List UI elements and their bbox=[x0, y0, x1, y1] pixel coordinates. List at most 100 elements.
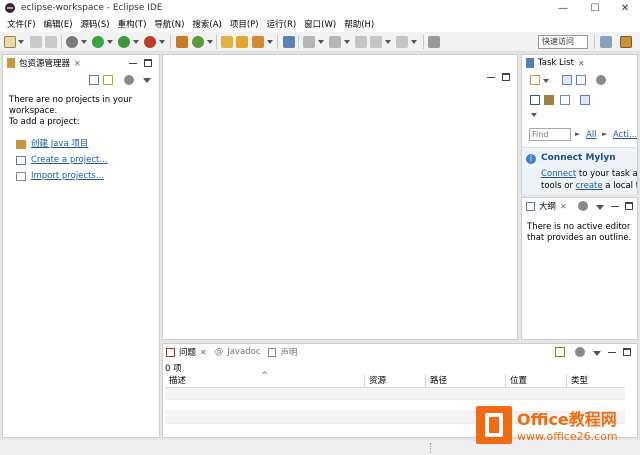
activate-link[interactable]: Acti... bbox=[613, 130, 637, 140]
run-external-dropdown-icon[interactable] bbox=[133, 40, 139, 44]
close-icon[interactable]: ✕ bbox=[560, 202, 567, 211]
package-explorer-tab[interactable]: 包资源管理器 ✕ bbox=[3, 55, 159, 71]
new-class-dropdown-icon[interactable] bbox=[207, 40, 213, 44]
menu-search[interactable]: 搜索(A) bbox=[188, 18, 225, 30]
open-type-icon[interactable] bbox=[221, 36, 233, 48]
forward-icon[interactable] bbox=[396, 36, 408, 48]
collapse-all-icon[interactable] bbox=[89, 75, 99, 85]
connect-link[interactable]: Connect bbox=[541, 169, 576, 179]
tab-declaration[interactable]: 声明 bbox=[268, 346, 297, 358]
maximize-icon[interactable] bbox=[144, 59, 152, 67]
menu-window[interactable]: 窗口(W) bbox=[300, 18, 340, 30]
tab-problems[interactable]: 问题 ✕ bbox=[163, 344, 207, 360]
connect-mylyn-title: Connect Mylyn bbox=[541, 153, 616, 163]
column-path[interactable]: 路径 bbox=[426, 374, 506, 387]
run-icon[interactable] bbox=[92, 36, 104, 48]
save-all-icon[interactable] bbox=[45, 36, 57, 48]
debug-icon[interactable] bbox=[66, 36, 78, 48]
close-icon[interactable]: ✕ bbox=[200, 348, 207, 357]
open-task-icon[interactable] bbox=[236, 36, 248, 48]
new-task-dropdown-icon[interactable] bbox=[543, 79, 549, 83]
menu-refactor[interactable]: 重构(T) bbox=[114, 18, 151, 30]
toggle-mark-icon[interactable] bbox=[283, 36, 295, 48]
menu-project[interactable]: 项目(P) bbox=[226, 18, 263, 30]
new-java-package-icon[interactable] bbox=[176, 36, 188, 48]
column-type[interactable]: 类型 bbox=[567, 374, 625, 387]
problems-view-menu-icon[interactable] bbox=[593, 351, 601, 356]
no-projects-message-cont: workspace. bbox=[9, 106, 58, 116]
link-with-editor-icon[interactable] bbox=[103, 75, 113, 85]
collapse-tasks-icon[interactable] bbox=[560, 95, 570, 105]
filter-icon[interactable] bbox=[555, 347, 565, 357]
task-view-menu-icon[interactable] bbox=[596, 75, 606, 85]
close-window-button[interactable]: ✕ bbox=[610, 0, 640, 16]
create-project-link[interactable]: Create a project... bbox=[31, 152, 107, 168]
coverage-icon[interactable] bbox=[144, 36, 156, 48]
menu-file[interactable]: 文件(F) bbox=[3, 18, 40, 30]
menu-bar: 文件(F) 编辑(E) 源码(S) 重构(T) 导航(N) 搜索(A) 项目(P… bbox=[0, 16, 640, 32]
minimize-icon[interactable] bbox=[608, 348, 616, 353]
focus-icon[interactable] bbox=[530, 95, 540, 105]
task-options-dropdown-icon[interactable] bbox=[531, 113, 537, 117]
forward-dropdown-icon[interactable] bbox=[411, 40, 417, 44]
outline-tab[interactable]: 大纲 ✕ bbox=[522, 198, 637, 214]
back-icon[interactable] bbox=[370, 36, 382, 48]
open-perspective-icon[interactable] bbox=[600, 36, 612, 48]
new-dropdown-icon[interactable] bbox=[18, 40, 24, 44]
import-projects-link[interactable]: Import projects... bbox=[31, 168, 104, 184]
problems-options-icon[interactable] bbox=[575, 347, 585, 357]
menu-navigate[interactable]: 导航(N) bbox=[150, 18, 188, 30]
menu-help[interactable]: 帮助(H) bbox=[340, 18, 378, 30]
create-java-project-link[interactable]: 创建 Java 项目 bbox=[31, 136, 88, 152]
maximize-icon[interactable] bbox=[625, 202, 633, 210]
search-icon[interactable] bbox=[252, 36, 264, 48]
new-task-icon[interactable] bbox=[530, 75, 540, 85]
annotation-next-icon[interactable] bbox=[303, 36, 315, 48]
last-edit-icon[interactable] bbox=[355, 36, 367, 48]
categorized-icon[interactable] bbox=[562, 75, 572, 85]
all-tasks-link[interactable]: All bbox=[586, 130, 597, 140]
pin-editor-icon[interactable] bbox=[428, 36, 440, 48]
new-icon[interactable] bbox=[4, 36, 16, 48]
sync-icon[interactable] bbox=[580, 95, 590, 105]
column-description[interactable]: 描述 ^ bbox=[165, 371, 365, 387]
run-external-icon[interactable] bbox=[118, 36, 130, 48]
scheduled-icon[interactable] bbox=[576, 75, 586, 85]
menu-run[interactable]: 运行(R) bbox=[263, 18, 301, 30]
save-icon[interactable] bbox=[30, 36, 42, 48]
coverage-dropdown-icon[interactable] bbox=[159, 40, 165, 44]
annotation-next-dropdown-icon[interactable] bbox=[318, 40, 324, 44]
java-perspective-icon[interactable] bbox=[620, 36, 632, 48]
problems-tab-label: 问题 bbox=[179, 348, 197, 358]
maximize-window-button[interactable]: ☐ bbox=[580, 0, 610, 16]
quick-access-input[interactable]: 快速访问 bbox=[538, 35, 588, 49]
editor-maximize-icon[interactable] bbox=[502, 73, 510, 81]
hide-completed-icon[interactable] bbox=[544, 95, 554, 105]
close-icon[interactable]: ✕ bbox=[578, 59, 585, 68]
task-list-tab[interactable]: Task List ✕ bbox=[522, 55, 637, 71]
column-resource[interactable]: 资源 bbox=[365, 374, 426, 387]
run-dropdown-icon[interactable] bbox=[107, 40, 113, 44]
minimize-icon[interactable] bbox=[129, 59, 137, 64]
outline-view-menu-icon[interactable] bbox=[596, 205, 604, 210]
minimize-window-button[interactable]: — bbox=[548, 0, 578, 16]
minimize-icon[interactable] bbox=[611, 202, 619, 207]
search-dropdown-icon[interactable] bbox=[267, 40, 273, 44]
tab-javadoc[interactable]: @ Javadoc bbox=[215, 347, 261, 357]
menu-edit[interactable]: 编辑(E) bbox=[40, 18, 77, 30]
annotation-prev-dropdown-icon[interactable] bbox=[344, 40, 350, 44]
debug-dropdown-icon[interactable] bbox=[81, 40, 87, 44]
close-icon[interactable]: ✕ bbox=[74, 59, 81, 68]
task-find-input[interactable] bbox=[529, 128, 571, 141]
menu-source[interactable]: 源码(S) bbox=[77, 18, 114, 30]
view-menu-options-icon[interactable] bbox=[124, 75, 134, 85]
create-local-task-link[interactable]: create bbox=[576, 181, 603, 191]
maximize-icon[interactable] bbox=[623, 348, 631, 356]
view-menu-icon[interactable] bbox=[143, 78, 151, 83]
annotation-prev-icon[interactable] bbox=[329, 36, 341, 48]
outline-options-icon[interactable] bbox=[578, 201, 588, 211]
new-java-class-icon[interactable] bbox=[192, 36, 204, 48]
column-location[interactable]: 位置 bbox=[506, 374, 567, 387]
editor-minimize-icon[interactable] bbox=[487, 73, 495, 78]
back-dropdown-icon[interactable] bbox=[385, 40, 391, 44]
